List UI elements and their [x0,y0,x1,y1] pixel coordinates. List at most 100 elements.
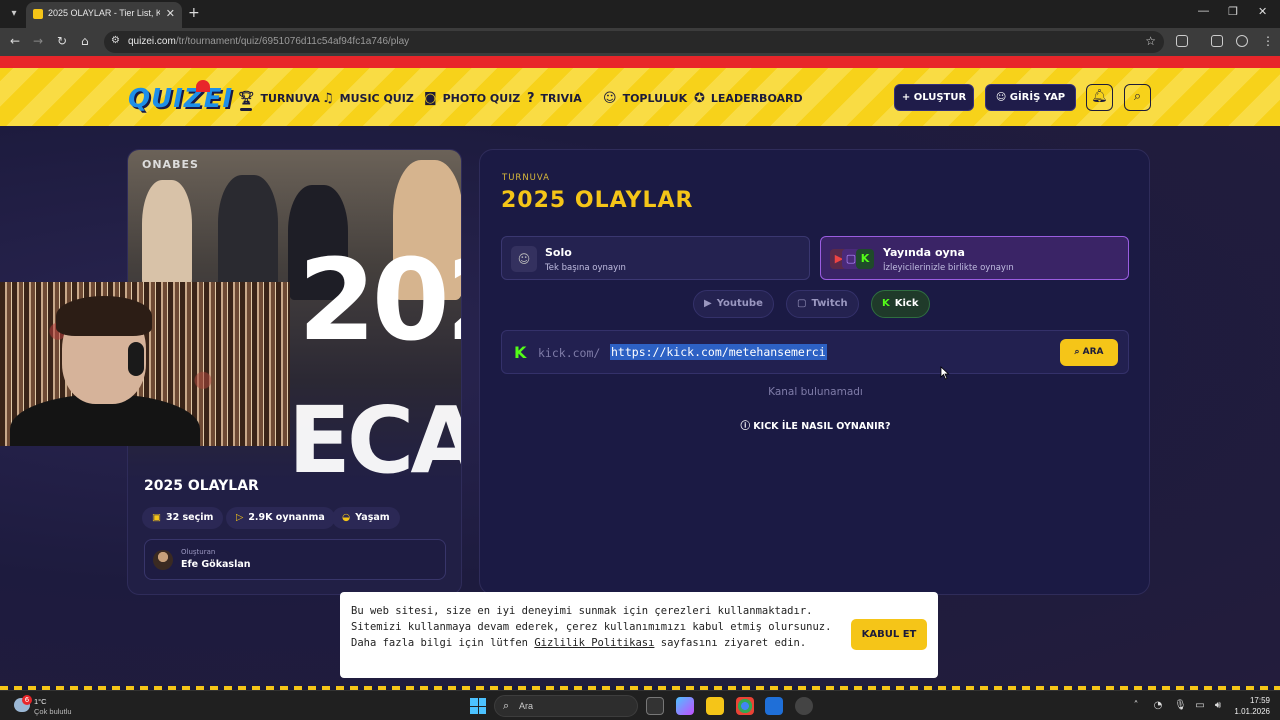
channel-search-input[interactable]: https://kick.com/metehansemerci [610,344,827,360]
privacy-policy-link[interactable]: Gizlilik Politikası [534,637,654,649]
media-controls-icon[interactable] [1211,35,1223,47]
users-icon: ☺ [603,91,617,106]
tray-overflow-icon[interactable]: ˄ [1130,700,1142,712]
tab-twitch[interactable]: ▢ Twitch [786,290,859,318]
stream-title: Yayında oyna [883,246,965,259]
youtube-icon: ▶ [704,298,712,309]
app-icon[interactable] [795,697,813,715]
file-explorer-icon[interactable] [706,697,724,715]
weather-description: Çok bulutlu [34,707,72,716]
nav-topluluk[interactable]: ☺ TOPLULUK [603,91,687,106]
plays-badge: ▷ 2.9K oynanma [226,507,335,529]
reload-icon[interactable]: ↻ [57,34,67,48]
home-icon[interactable]: ⌂ [81,34,89,48]
display-icon[interactable]: ▭ [1194,700,1206,712]
volume-icon[interactable]: 🔊︎ [1212,700,1224,712]
nav-music-quiz[interactable]: ♫ MUSIC QUIZ [322,91,414,106]
play-icon: ▷ [236,512,244,523]
solo-mode-option[interactable]: ☺ Solo Tek başına oynayın [501,236,810,280]
user-icon: ☺ [511,246,537,272]
forward-icon[interactable]: → [33,34,43,48]
copilot-icon[interactable] [676,697,694,715]
create-button[interactable]: + OLUŞTUR [894,84,974,111]
url-prefix: kick.com/ [538,346,601,360]
camera-icon: ◙ [424,91,437,106]
category-badge[interactable]: ◒ Yaşam [332,507,400,529]
trophy-icon: 🏆︎ [238,91,255,106]
quiz-title: 2025 OLAYLAR [144,478,259,494]
chrome-icon[interactable] [736,697,754,715]
search-icon[interactable]: ⌕ [1124,84,1151,111]
channel-search-row: K kick.com/ https://kick.com/metehanseme… [501,330,1129,374]
cover-year-text: 2025 [298,236,461,366]
tab-list-button[interactable]: ▾ [6,6,22,22]
medal-icon: ✪ [694,91,705,106]
site-logo[interactable]: QUIZEI [128,84,233,114]
site-settings-icon[interactable]: ⚙ [111,35,120,46]
clock-time: 17:59 [1249,696,1270,705]
maximize-button[interactable]: ❐ [1228,5,1238,18]
microphone-icon[interactable]: 🎙︎ [1174,700,1187,712]
close-tab-icon[interactable]: ✕ [166,7,175,20]
channel-not-found-text: Kanal bulunamadı [768,386,863,398]
windows-start-icon[interactable] [470,698,486,714]
search-button[interactable]: ⌕ ARA [1060,339,1118,366]
creator-label: Oluşturan [181,548,216,556]
santa-hat-icon [196,80,210,92]
task-view-icon[interactable] [646,697,664,715]
tab-kick[interactable]: K Kick [871,290,930,318]
help-circle-icon: ⓘ [740,421,754,432]
nav-photo-quiz[interactable]: ◙ PHOTO QUIZ [424,91,520,106]
cover-figure [142,180,192,290]
images-icon: ▣ [152,512,161,523]
taskbar-search-placeholder: Ara [519,701,534,711]
stream-mode-option[interactable]: ▶ ▢ K Yayında oyna İzleyicilerinizle bir… [820,236,1129,280]
cover-brand-text: ONABES [142,158,199,171]
nav-turnuva[interactable]: 🏆︎ TURNUVA [238,91,320,106]
notifications-bell-icon[interactable]: 🔔︎ [1086,84,1113,111]
tab-favicon-icon [33,9,43,19]
store-icon[interactable] [765,697,783,715]
cookie-text: Bu web sitesi, size en iyi deneyimi sunm… [351,605,832,649]
profile-icon[interactable] [1236,35,1248,47]
nav-trivia[interactable]: ? TRIVIA [527,91,582,106]
nav-leaderboard[interactable]: ✪ LEADERBOARD [694,91,803,106]
os-taskbar: 6 1°C Çok bulutlu ⌕ Ara ˄ ◔ 🎙︎ ▭ 🔊︎ 17:5… [0,690,1280,720]
browser-menu-icon[interactable]: ⋮ [1262,34,1274,48]
address-url: quizei.com/tr/tournament/quiz/6951076d11… [128,36,410,47]
accept-cookies-button[interactable]: KABUL ET [851,619,927,650]
browser-toolbar: ← → ↻ ⌂ ⚙ quizei.com/tr/tournament/quiz/… [0,28,1280,56]
new-tab-button[interactable]: + [188,5,200,21]
creator-box[interactable]: Oluşturan Efe Gökaslan [144,539,446,580]
browser-tab-bar: ▾ 2025 OLAYLAR - Tier List, Kör S ✕ + — … [0,0,1280,28]
category-icon: ◒ [342,512,351,523]
back-icon[interactable]: ← [10,34,20,48]
choices-badge: ▣ 32 seçim [142,507,224,529]
system-clock[interactable]: 17:59 1.01.2026 [1234,695,1270,717]
minimize-button[interactable]: — [1198,5,1209,17]
window-close-button[interactable]: ✕ [1258,5,1267,18]
kick-icon: K [856,249,874,269]
howto-link[interactable]: ⓘ KICK İLE NASIL OYNANIR? [480,418,1151,432]
taskbar-search[interactable]: ⌕ Ara [494,695,638,717]
browser-tab-active[interactable]: 2025 OLAYLAR - Tier List, Kör S ✕ [26,2,182,28]
tab-title: 2025 OLAYLAR - Tier List, Kör S [48,8,160,18]
kick-icon: K [882,298,890,309]
login-button[interactable]: ☺ GİRİŞ YAP [985,84,1076,111]
play-panel: TURNUVA 2025 OLAYLAR ☺ Solo Tek başına o… [479,149,1150,595]
extensions-icon[interactable] [1176,35,1188,47]
user-icon: ☺ [995,92,1010,103]
kick-logo-icon: K [514,343,527,362]
address-bar[interactable]: ⚙ quizei.com/tr/tournament/quiz/6951076d… [104,31,1164,53]
search-icon: ⌕ [1074,347,1083,357]
weather-widget[interactable]: 6 1°C Çok bulutlu [10,695,160,719]
page-content: ONABES 2025 ECAP 2025 OLAYLAR ▣32 seçim … [0,126,1280,686]
header-red-line [0,56,1280,68]
network-icon[interactable]: ◔ [1152,700,1164,712]
weather-temperature: 1°C [34,697,47,706]
bookmark-star-icon[interactable]: ☆ [1145,34,1156,48]
tab-youtube[interactable]: ▶ Youtube [693,290,774,318]
mouse-cursor [940,366,950,380]
headphone-icon [128,342,144,376]
stream-platform-icons: ▶ ▢ K [830,247,876,271]
